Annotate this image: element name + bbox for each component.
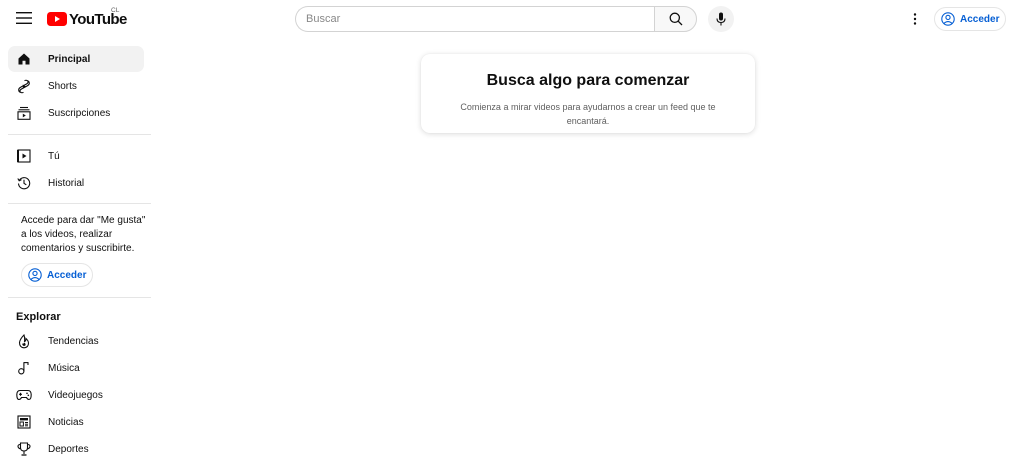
sign-in-button[interactable]: Acceder — [934, 7, 1006, 31]
sign-in-label: Acceder — [960, 13, 1000, 25]
sidebar-item-label: Deportes — [48, 443, 89, 455]
sidebar-item-you[interactable]: Tú — [8, 143, 144, 169]
sidebar-item-label: Tú — [48, 150, 60, 162]
sidebar-item-label: Historial — [48, 177, 85, 189]
sidebar-sign-in-button[interactable]: Acceder — [21, 263, 93, 287]
sidebar-item-label: Videojuegos — [48, 389, 103, 401]
voice-search-button[interactable] — [708, 6, 734, 32]
account-circle-icon — [941, 12, 955, 26]
search-box — [295, 6, 697, 32]
sidebar-item-subscriptions[interactable]: Suscripciones — [8, 100, 144, 126]
sidebar-divider — [8, 203, 151, 204]
news-icon — [16, 414, 32, 430]
sidebar-item-label: Música — [48, 362, 80, 374]
sidebar-item-home[interactable]: Principal — [8, 46, 144, 72]
account-circle-icon — [28, 268, 42, 282]
search-input[interactable] — [295, 6, 654, 32]
microphone-icon — [716, 12, 726, 26]
shorts-icon — [16, 78, 32, 94]
sidebar-divider — [8, 134, 151, 135]
sidebar-item-history[interactable]: Historial — [8, 170, 144, 196]
search-icon — [669, 12, 682, 26]
sidebar-item-gaming[interactable]: Videojuegos — [8, 382, 144, 408]
empty-feed-title: Busca algo para comenzar — [486, 72, 690, 89]
sign-in-prompt: Accede para dar "Me gusta" a los videos,… — [21, 215, 146, 254]
hamburger-menu-icon — [16, 12, 32, 24]
region-code: CL — [111, 7, 120, 14]
search-button[interactable] — [654, 6, 697, 32]
guide-menu-button[interactable] — [13, 7, 35, 29]
history-icon — [16, 175, 32, 191]
music-icon — [16, 360, 32, 376]
settings-menu-button[interactable] — [905, 8, 925, 30]
more-vertical-icon — [913, 13, 917, 25]
sidebar-item-label: Principal — [48, 53, 91, 65]
sidebar-item-shorts[interactable]: Shorts — [8, 73, 144, 99]
sidebar-item-label: Suscripciones — [48, 107, 111, 119]
sign-in-label: Acceder — [47, 269, 87, 281]
youtube-play-logo-icon — [47, 12, 67, 26]
guide-sidebar: Principal Shorts Suscripciones Tú Histor… — [0, 38, 152, 463]
sidebar-item-sports[interactable]: Deportes — [8, 436, 144, 462]
sidebar-divider — [8, 297, 151, 298]
masthead: YouTube CL Acceder — [0, 0, 1024, 38]
gaming-icon — [16, 387, 32, 403]
sidebar-item-label: Noticias — [48, 416, 84, 428]
your-channel-icon — [16, 148, 32, 164]
home-icon — [16, 51, 32, 67]
explore-section-title: Explorar — [16, 311, 61, 323]
sidebar-item-label: Shorts — [48, 80, 77, 92]
sidebar-item-trending[interactable]: Tendencias — [8, 328, 144, 354]
sidebar-item-label: Tendencias — [48, 335, 99, 347]
trending-icon — [16, 333, 32, 349]
youtube-logo[interactable]: YouTube CL — [47, 7, 127, 29]
subscriptions-icon — [16, 105, 32, 121]
empty-feed-card: Busca algo para comenzar Comienza a mira… — [421, 54, 755, 133]
sidebar-item-music[interactable]: Música — [8, 355, 144, 381]
sports-icon — [16, 441, 32, 457]
sidebar-item-news[interactable]: Noticias — [8, 409, 144, 435]
empty-feed-description: Comienza a mirar videos para ayudarnos a… — [460, 102, 716, 126]
